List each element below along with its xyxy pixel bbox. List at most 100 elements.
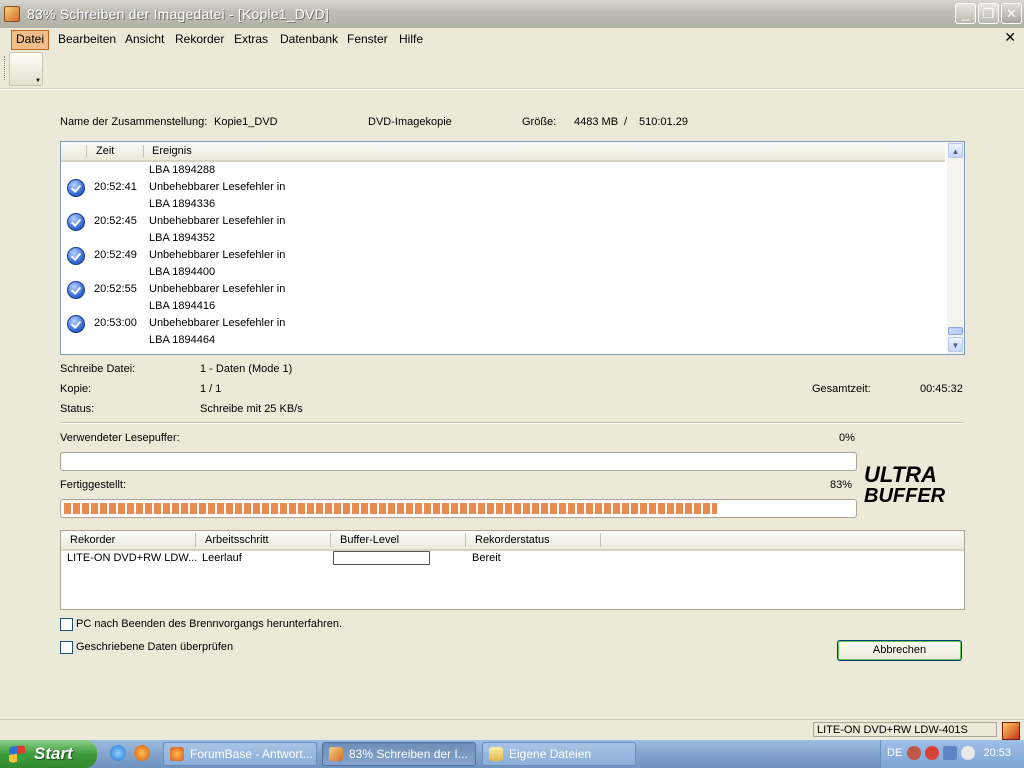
task-burn-app[interactable]: 83% Schreiben der I... [322, 742, 476, 766]
tray-expand-icon[interactable] [907, 746, 921, 760]
log-event: LBA 1894352 [149, 232, 216, 244]
column-zeit[interactable]: Zeit [96, 145, 114, 157]
column-separator[interactable] [600, 533, 601, 547]
tray-app-icon[interactable] [925, 746, 939, 760]
shutdown-label[interactable]: PC nach Beenden des Brennvorgangs herunt… [76, 618, 342, 630]
list-item[interactable]: LBA 1894352 [61, 232, 945, 249]
completion-progress-bar [60, 499, 857, 518]
burn-app-icon [329, 747, 343, 761]
list-item[interactable]: LBA 1894288 [61, 164, 945, 181]
write-file-label: Schreibe Datei: [60, 363, 136, 375]
recorder-name: LITE-ON DVD+RW LDW... [67, 552, 198, 564]
maximize-button[interactable]: ❐ [978, 3, 999, 24]
toolbar-grip[interactable] [4, 56, 7, 80]
size-label: Größe: [522, 116, 557, 128]
list-item[interactable]: 20:52:45 Unbehebbarer Lesefehler in [61, 213, 945, 232]
mdi-close-icon[interactable]: ✕ [1004, 29, 1016, 46]
cancel-button[interactable]: Abbrechen [837, 640, 962, 661]
ultrabuffer-logo: ULTRA BUFFER [864, 464, 946, 504]
column-buffer-level[interactable]: Buffer-Level [340, 534, 399, 546]
recorder-step: Leerlauf [202, 552, 242, 564]
column-rekorderstatus[interactable]: Rekorderstatus [475, 534, 550, 546]
log-scrollbar[interactable]: ▲ ▼ [947, 142, 964, 354]
task-forumbase[interactable]: ForumBase - Antwort... [163, 742, 317, 766]
column-ereignis[interactable]: Ereignis [152, 145, 192, 157]
language-indicator[interactable]: DE [887, 747, 902, 759]
list-item[interactable]: 20:52:55 Unbehebbarer Lesefehler in [61, 281, 945, 300]
total-time-label: Gesamtzeit: [812, 383, 871, 395]
event-log-header: Zeit Ereignis [61, 142, 945, 162]
name-label: Name der Zusammenstellung: [60, 116, 208, 128]
info-icon [67, 315, 85, 333]
toolbar-button[interactable]: ▼ [9, 52, 43, 86]
task-eigene-dateien[interactable]: Eigene Dateien [482, 742, 636, 766]
chevron-down-icon[interactable]: ▼ [35, 78, 41, 84]
window-title: 83% Schreiben der Imagedatei - [Kopie1_D… [27, 6, 329, 22]
recorder-table[interactable]: Rekorder Arbeitsschritt Buffer-Level Rek… [60, 530, 965, 610]
log-time: 20:52:45 [94, 215, 137, 227]
device-panel: LITE-ON DVD+RW LDW-401S [813, 722, 997, 737]
size-value: 4483 MB [574, 116, 619, 128]
scroll-thumb[interactable] [948, 327, 963, 335]
log-event: LBA 1894464 [149, 334, 216, 346]
scroll-down-icon[interactable]: ▼ [948, 337, 963, 352]
copy-label: Kopie: [60, 383, 92, 395]
status-value: Schreibe mit 25 KB/s [200, 403, 303, 415]
list-item[interactable]: 20:52:41 Unbehebbarer Lesefehler in [61, 179, 945, 198]
info-icon [67, 281, 85, 299]
log-time: 20:52:41 [94, 181, 137, 193]
info-icon [67, 179, 85, 197]
column-separator[interactable] [86, 145, 87, 157]
toolbar: ▼ [0, 50, 1024, 89]
menu-ansicht[interactable]: Ansicht [121, 30, 168, 48]
task-label: 83% Schreiben der I... [349, 747, 468, 761]
list-item[interactable]: LBA 1894416 [61, 300, 945, 317]
logo-line2: BUFFER [864, 485, 946, 504]
log-event: Unbehebbarer Lesefehler in [149, 181, 286, 193]
copy-value: 1 / 1 [200, 383, 222, 395]
log-event: Unbehebbarer Lesefehler in [149, 317, 286, 329]
status-bar: LITE-ON DVD+RW LDW-401S [0, 719, 1024, 741]
volume-icon[interactable] [961, 746, 975, 760]
column-separator[interactable] [465, 533, 466, 547]
column-separator[interactable] [330, 533, 331, 547]
column-separator[interactable] [143, 145, 144, 157]
menu-extras[interactable]: Extras [230, 30, 272, 48]
log-event: LBA 1894416 [149, 300, 216, 312]
list-item[interactable]: LBA 1894336 [61, 198, 945, 215]
list-item[interactable]: LBA 1894464 [61, 334, 945, 351]
column-rekorder[interactable]: Rekorder [70, 534, 115, 546]
menu-rekorder[interactable]: Rekorder [171, 30, 228, 48]
list-item[interactable]: 20:52:49 Unbehebbarer Lesefehler in [61, 247, 945, 266]
buffer-label: Verwendeter Lesepuffer: [60, 432, 180, 444]
log-event: LBA 1894288 [149, 164, 216, 176]
menu-fenster[interactable]: Fenster [343, 30, 392, 48]
verify-label[interactable]: Geschriebene Daten überprüfen [76, 641, 233, 653]
shutdown-checkbox[interactable] [60, 618, 73, 631]
progress-percent: 83% [830, 479, 853, 491]
start-button[interactable]: Start [0, 740, 97, 768]
list-item[interactable]: LBA 1894400 [61, 266, 945, 283]
menu-bearbeiten[interactable]: Bearbeiten [54, 30, 120, 48]
size-time: 510:01.29 [639, 116, 688, 128]
menu-hilfe[interactable]: Hilfe [395, 30, 427, 48]
verify-checkbox[interactable] [60, 641, 73, 654]
event-log[interactable]: Zeit Ereignis LBA 1894288 20:52:41 Unbeheb… [60, 141, 965, 355]
list-item[interactable]: 20:53:00 Unbehebbarer Lesefehler in [61, 315, 945, 334]
ie-icon[interactable] [110, 745, 126, 761]
scroll-up-icon[interactable]: ▲ [948, 143, 963, 158]
minimize-button[interactable]: _ [955, 3, 976, 24]
menu-datenbank[interactable]: Datenbank [276, 30, 342, 48]
menu-datei[interactable]: Datei [11, 30, 50, 50]
size-separator: / [624, 116, 628, 128]
info-icon [67, 213, 85, 231]
burn-status-icon[interactable] [1002, 722, 1020, 740]
menu-bar: Datei Bearbeiten Ansicht Rekorder Extras… [0, 28, 1024, 50]
column-arbeitsschritt[interactable]: Arbeitsschritt [205, 534, 269, 546]
close-button[interactable]: ✕ [1001, 3, 1022, 24]
status-label: Status: [60, 403, 95, 415]
name-value: Kopie1_DVD [214, 116, 278, 128]
firefox-icon[interactable] [134, 745, 150, 761]
column-separator[interactable] [195, 533, 196, 547]
network-icon[interactable] [943, 746, 957, 760]
